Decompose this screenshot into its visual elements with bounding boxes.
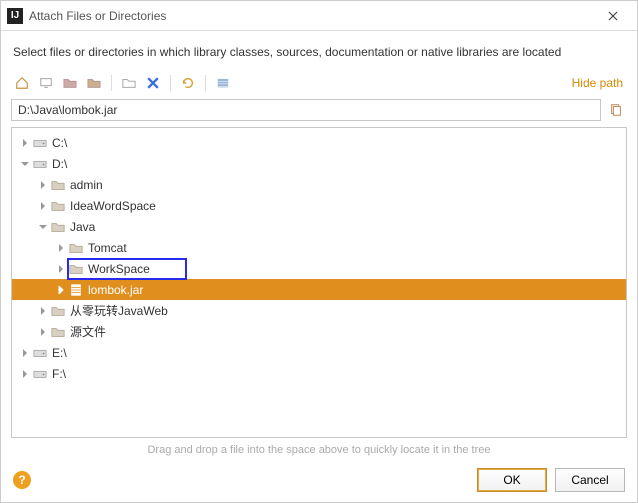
app-icon: IJ <box>7 8 23 24</box>
folder-icon <box>50 177 66 193</box>
tree-label: Java <box>70 220 95 234</box>
path-row <box>1 99 637 127</box>
tree-label: IdeaWordSpace <box>70 199 156 213</box>
home-icon[interactable] <box>11 73 33 93</box>
hint-text: Drag and drop a file into the space abov… <box>1 438 637 460</box>
tree-node-folder[interactable]: admin <box>12 174 626 195</box>
separator <box>170 75 171 91</box>
chevron-right-icon[interactable] <box>18 136 32 150</box>
project-icon[interactable] <box>59 73 81 93</box>
tree-node-folder[interactable]: WorkSpace <box>12 258 626 279</box>
folder-icon <box>50 324 66 340</box>
hide-path-link[interactable]: Hide path <box>572 76 627 90</box>
instruction-text: Select files or directories in which lib… <box>1 31 637 69</box>
cancel-button[interactable]: Cancel <box>555 468 625 492</box>
desktop-icon[interactable] <box>35 73 57 93</box>
folder-icon <box>50 303 66 319</box>
button-row: ? OK Cancel <box>1 460 637 502</box>
chevron-right-icon[interactable] <box>36 178 50 192</box>
tree-label: 源文件 <box>70 323 106 340</box>
tree-label: lombok.jar <box>88 283 143 297</box>
chevron-right-icon[interactable] <box>18 367 32 381</box>
new-folder-icon[interactable] <box>118 73 140 93</box>
folder-icon <box>50 219 66 235</box>
tree-node-folder[interactable]: 源文件 <box>12 321 626 342</box>
delete-icon[interactable] <box>142 73 164 93</box>
drive-icon <box>32 156 48 172</box>
tree-label: 从零玩转JavaWeb <box>70 302 168 319</box>
chevron-right-icon[interactable] <box>36 304 50 318</box>
chevron-down-icon[interactable] <box>36 220 50 234</box>
tree-node-drive[interactable]: E:\ <box>12 342 626 363</box>
file-tree[interactable]: C:\ D:\ admin IdeaWordSpace Java Tomcat <box>11 127 627 438</box>
tree-label: D:\ <box>52 157 67 171</box>
tree-node-folder[interactable]: Tomcat <box>12 237 626 258</box>
window-title: Attach Files or Directories <box>29 9 595 23</box>
tree-node-drive[interactable]: D:\ <box>12 153 626 174</box>
tree-label: F:\ <box>52 367 66 381</box>
tree-node-drive[interactable]: F:\ <box>12 363 626 384</box>
tree-node-drive[interactable]: C:\ <box>12 132 626 153</box>
folder-icon <box>68 240 84 256</box>
tree-label: admin <box>70 178 103 192</box>
tree-label: WorkSpace <box>88 262 150 276</box>
tree-node-file-selected[interactable]: lombok.jar <box>12 279 626 300</box>
tree-label: E:\ <box>52 346 67 360</box>
separator <box>111 75 112 91</box>
chevron-right-icon[interactable] <box>18 346 32 360</box>
tree-label: C:\ <box>52 136 67 150</box>
help-icon[interactable]: ? <box>13 471 31 489</box>
chevron-down-icon[interactable] <box>18 157 32 171</box>
close-button[interactable] <box>595 2 631 30</box>
chevron-right-icon[interactable] <box>54 283 68 297</box>
drive-icon <box>32 135 48 151</box>
separator <box>205 75 206 91</box>
folder-icon <box>50 198 66 214</box>
tree-node-folder[interactable]: IdeaWordSpace <box>12 195 626 216</box>
refresh-icon[interactable] <box>177 73 199 93</box>
chevron-right-icon[interactable] <box>54 262 68 276</box>
chevron-right-icon[interactable] <box>36 199 50 213</box>
tree-node-folder[interactable]: 从零玩转JavaWeb <box>12 300 626 321</box>
tree-label: Tomcat <box>88 241 127 255</box>
folder-icon <box>68 261 84 277</box>
ok-button[interactable]: OK <box>477 468 547 492</box>
jar-file-icon <box>68 282 84 298</box>
chevron-right-icon[interactable] <box>54 241 68 255</box>
path-input[interactable] <box>11 99 601 121</box>
tree-node-folder[interactable]: Java <box>12 216 626 237</box>
history-icon[interactable] <box>605 99 627 121</box>
drive-icon <box>32 345 48 361</box>
title-bar: IJ Attach Files or Directories <box>1 1 637 31</box>
drive-icon <box>32 366 48 382</box>
show-hidden-icon[interactable] <box>212 73 234 93</box>
chevron-right-icon[interactable] <box>36 325 50 339</box>
module-icon[interactable] <box>83 73 105 93</box>
toolbar: Hide path <box>1 69 637 99</box>
